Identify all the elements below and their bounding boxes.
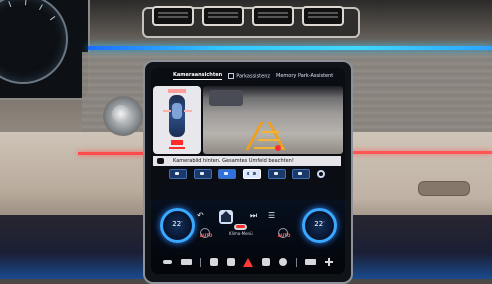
front-camera-button[interactable] <box>169 169 187 179</box>
air-vent-4[interactable] <box>302 6 344 26</box>
rear-window-heating-icon[interactable] <box>210 258 219 266</box>
camera-icon-button[interactable] <box>262 258 271 266</box>
climate-bar: 22° ↶ ⏭ ☰ AUTO Klima-Menü AUTO 22° <box>151 200 345 274</box>
camera-tabs: Kameraansichten Parkassistenz Memory Par… <box>151 68 345 84</box>
distance-guide-1 <box>261 131 279 133</box>
gear-icon[interactable] <box>316 170 325 178</box>
left-auto-label: AUTO <box>200 233 213 238</box>
camera-icon <box>157 158 164 164</box>
climate-menu-label[interactable]: Klima-Menü <box>229 231 253 236</box>
home-button[interactable] <box>219 210 233 224</box>
seat-icon[interactable] <box>180 259 192 265</box>
camera-controls <box>169 168 325 180</box>
left-temperature: 22° <box>172 220 183 228</box>
right-auto-label: AUTO <box>278 233 291 238</box>
park-assist-label: Parkassistenz <box>236 73 271 80</box>
right-camera-button[interactable] <box>267 169 286 179</box>
instrument-cluster <box>0 0 90 100</box>
rear-sensor-indicator <box>171 140 183 145</box>
front-sensor-indicator <box>168 89 186 93</box>
speedometer-gauge <box>0 0 68 84</box>
left-sensor-line <box>163 110 171 112</box>
trailer-camera-button[interactable] <box>292 169 311 179</box>
divider <box>295 257 297 267</box>
rear-camera-button[interactable] <box>242 169 261 179</box>
back-icon[interactable]: ↶ <box>197 212 204 220</box>
glovebox-handle[interactable] <box>418 181 470 196</box>
air-vent-1[interactable] <box>152 6 194 26</box>
rear-obstacle-marker <box>275 145 281 151</box>
surround-view-panel <box>153 86 201 154</box>
rear-sensor-line <box>169 147 185 149</box>
phone-icon[interactable] <box>305 259 317 265</box>
ambient-light-red-left <box>78 152 150 155</box>
rear-camera-view <box>203 86 343 154</box>
tab-park-assist[interactable]: Parkassistenz <box>228 72 271 80</box>
central-display: Kameraansichten Parkassistenz Memory Par… <box>143 60 353 284</box>
left-camera-button[interactable] <box>193 169 212 179</box>
menu-icon[interactable]: ☰ <box>268 212 275 220</box>
bottom-icon-row <box>163 257 333 267</box>
tab-camera-views[interactable]: Kameraansichten <box>173 72 223 80</box>
car-top-view-icon <box>169 95 185 137</box>
air-vent-2[interactable] <box>202 6 244 26</box>
driving-mode-icon[interactable] <box>278 258 287 266</box>
left-temperature-control[interactable]: 22° <box>160 208 195 243</box>
ambient-light-red-right <box>350 151 492 154</box>
camera-status-bar: Kamerabild hinten. Gesamtes Umfeld beach… <box>153 156 341 166</box>
checkbox-icon <box>228 72 235 79</box>
vehicle-in-view <box>209 90 243 106</box>
warning-icon[interactable] <box>243 257 254 267</box>
divider <box>200 257 202 267</box>
right-temperature: 22° <box>314 220 325 228</box>
air-vent-3[interactable] <box>252 6 294 26</box>
guide-lane-left <box>245 122 264 150</box>
ambient-light-blue <box>88 46 492 50</box>
status-message: Kamerabild hinten. Gesamtes Umfeld beach… <box>173 158 294 164</box>
display-screen: Kameraansichten Parkassistenz Memory Par… <box>151 68 345 274</box>
right-sensor-line <box>184 110 192 112</box>
surround-camera-button[interactable] <box>218 169 237 179</box>
engine-start-button[interactable] <box>103 96 143 136</box>
skip-icon[interactable]: ⏭ <box>250 212 257 220</box>
volume-down-icon[interactable] <box>163 260 172 264</box>
front-window-heating-icon[interactable] <box>226 258 235 266</box>
volume-up-icon[interactable] <box>324 258 333 266</box>
tab-memory-park-assist[interactable]: Memory Park-Assistent <box>276 73 333 79</box>
right-temperature-control[interactable]: 22° <box>302 208 337 243</box>
distance-guide-2 <box>258 139 280 141</box>
fan-icon[interactable] <box>234 224 247 230</box>
